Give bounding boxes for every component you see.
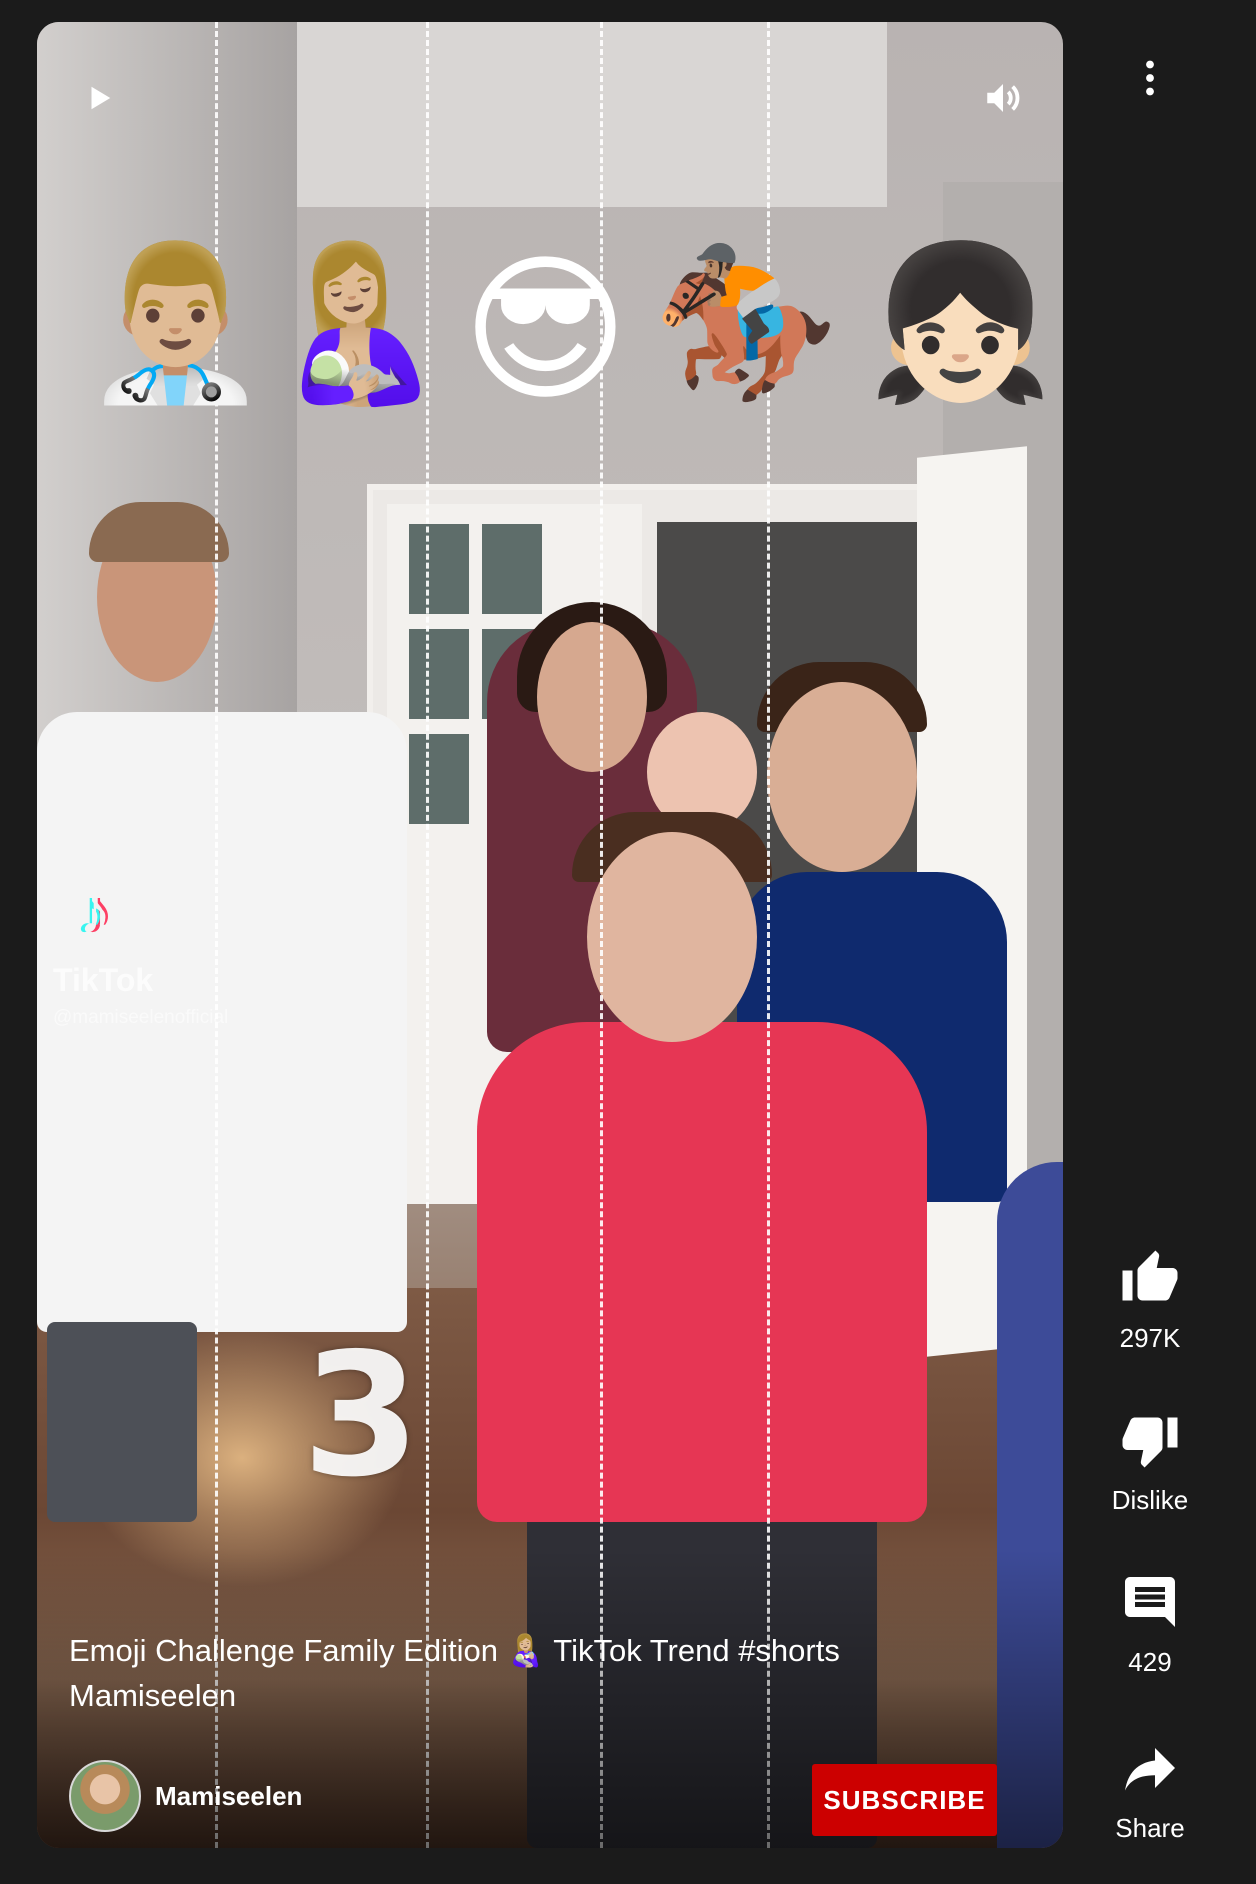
dislike-label: Dislike: [1111, 1485, 1189, 1515]
channel-name[interactable]: Mamiseelen: [155, 1781, 302, 1812]
thumbs-down-icon: [1122, 1417, 1178, 1468]
watermark-brand: TikTok: [53, 962, 154, 998]
video-title[interactable]: Emoji Challenge Family Edition 👩🏼‍🍼 TikT…: [69, 1628, 929, 1673]
comment-count: 429: [1128, 1647, 1172, 1677]
emoji-girl: 👧🏻: [867, 238, 1054, 406]
person-girl: [477, 1022, 927, 1522]
play-icon: [91, 86, 111, 110]
play-button[interactable]: [69, 68, 129, 128]
emoji-sunglasses: 😎: [462, 240, 629, 419]
person-father-hair: [89, 502, 229, 562]
person-girl-head: [587, 832, 757, 1042]
shorts-page: 👨🏼‍⚕️ 🤱🏼 😎 🏇🏽 👧🏻 ♪ TikTok @mamiseelenoff…: [0, 0, 1256, 1884]
like-count: 297K: [1119, 1323, 1181, 1353]
volume-button[interactable]: [973, 68, 1033, 128]
watermark-handle: @mamiseelenofficial: [53, 1007, 229, 1028]
person-mother-head: [537, 622, 647, 772]
avatar[interactable]: [69, 1760, 141, 1832]
share-icon: [1125, 1748, 1175, 1791]
scene-ceiling: [287, 22, 887, 207]
emoji-breastfeeding: 🤱🏼: [262, 238, 449, 406]
channel-info[interactable]: Mamiseelen: [69, 1760, 302, 1832]
person-boy-head: [767, 682, 917, 872]
countdown-number: 3: [302, 1317, 421, 1515]
person-father-legs: [47, 1322, 197, 1522]
emoji-doctor: 👨🏼‍⚕️: [82, 238, 269, 406]
more-vert-icon: [1146, 60, 1154, 96]
comments-button[interactable]: 429: [1090, 1572, 1210, 1678]
tiktok-logo-icon: ♪: [79, 878, 110, 947]
video-subtitle: Mamiseelen: [69, 1678, 237, 1713]
share-label: Share: [1115, 1813, 1185, 1843]
thumbs-up-icon: [1122, 1250, 1178, 1301]
emoji-horse-racing: 🏇🏽: [652, 238, 839, 406]
more-actions-button[interactable]: [1120, 48, 1180, 108]
share-button[interactable]: Share: [1090, 1738, 1210, 1844]
like-button[interactable]: 297K: [1090, 1248, 1210, 1354]
video-title-block[interactable]: Emoji Challenge Family Edition 👩🏼‍🍼 TikT…: [69, 1628, 929, 1718]
dislike-button[interactable]: Dislike: [1090, 1410, 1210, 1516]
subscribe-button[interactable]: SUBSCRIBE: [812, 1764, 997, 1836]
shorts-video-player[interactable]: 👨🏼‍⚕️ 🤱🏼 😎 🏇🏽 👧🏻 ♪ TikTok @mamiseelenoff…: [37, 22, 1063, 1848]
comment-icon: [1125, 1577, 1175, 1627]
volume-icon: [987, 84, 1020, 112]
